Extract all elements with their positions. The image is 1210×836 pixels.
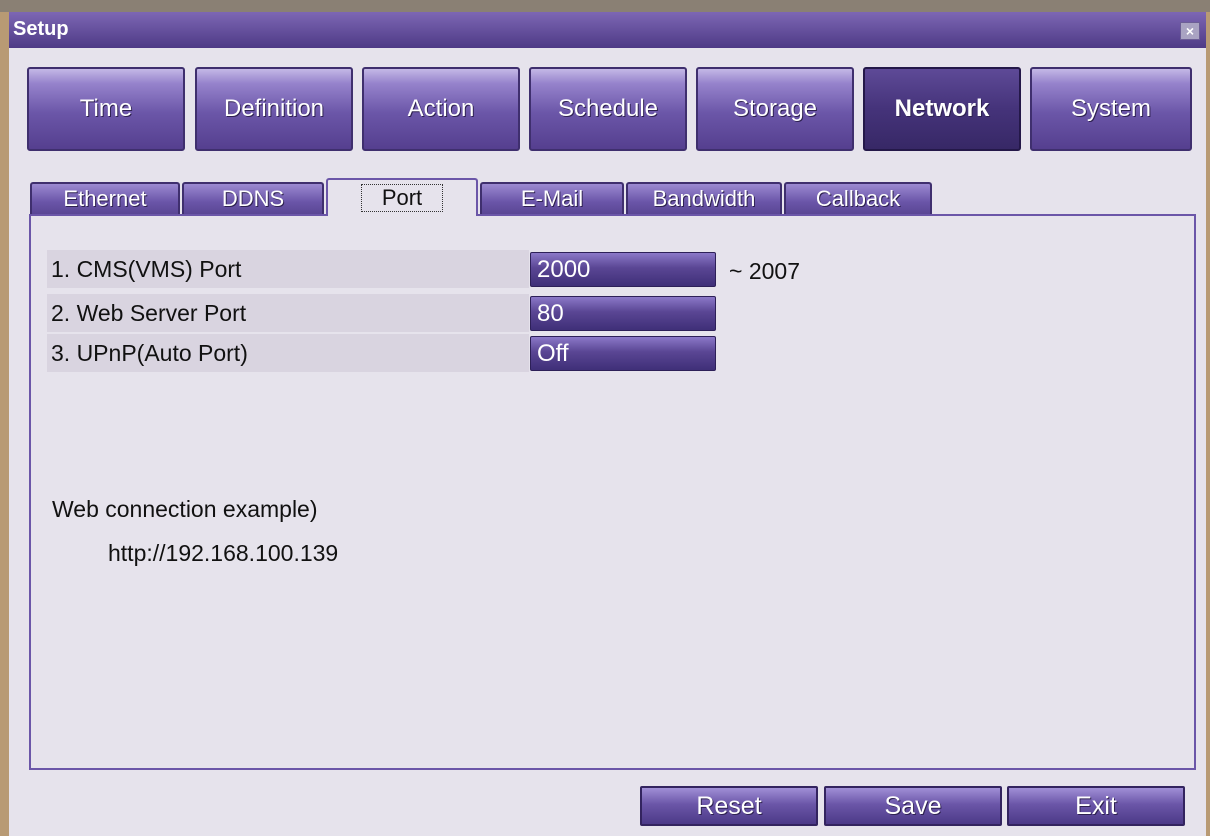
port-settings-panel: 1. CMS(VMS) Port 2000 ~ 2007 2. Web Serv…: [29, 214, 1196, 770]
subtab-ethernet[interactable]: Ethernet: [30, 182, 180, 214]
web-port-label: 2. Web Server Port: [51, 300, 247, 326]
subtab-bandwidth[interactable]: Bandwidth: [626, 182, 782, 214]
upnp-field[interactable]: Off: [530, 336, 716, 371]
tab-definition[interactable]: Definition: [195, 67, 353, 151]
setup-window: Setup × Time Definition Action Schedule …: [9, 12, 1206, 836]
background-edge-left: [0, 12, 9, 836]
subtab-port-label: Port: [360, 184, 444, 212]
window-title: Setup: [13, 18, 69, 40]
main-tabs: Time Definition Action Schedule Storage …: [27, 67, 1197, 151]
background-edge-right: [1206, 12, 1210, 836]
tab-time[interactable]: Time: [27, 67, 185, 151]
background-strip: [0, 0, 1210, 12]
title-bar: Setup ×: [9, 12, 1206, 48]
settings-row-cms-port: 1. CMS(VMS) Port: [47, 250, 529, 288]
cms-port-range: ~ 2007: [729, 258, 800, 284]
subtab-ddns[interactable]: DDNS: [182, 182, 324, 214]
web-port-field[interactable]: 80: [530, 296, 716, 331]
tab-network[interactable]: Network: [863, 67, 1021, 151]
subtab-email[interactable]: E-Mail: [480, 182, 624, 214]
cms-port-label: 1. CMS(VMS) Port: [51, 256, 242, 282]
reset-button[interactable]: Reset: [640, 786, 818, 826]
tab-system[interactable]: System: [1030, 67, 1192, 151]
tab-schedule[interactable]: Schedule: [529, 67, 687, 151]
sub-tabs: Ethernet DDNS Port E-Mail Bandwidth Call…: [30, 178, 950, 216]
close-button[interactable]: ×: [1180, 22, 1200, 40]
cms-port-field[interactable]: 2000: [530, 252, 716, 287]
web-example-title: Web connection example): [52, 496, 318, 522]
tab-storage[interactable]: Storage: [696, 67, 854, 151]
subtab-callback[interactable]: Callback: [784, 182, 932, 214]
save-button[interactable]: Save: [824, 786, 1002, 826]
settings-row-upnp: 3. UPnP(Auto Port): [47, 334, 529, 372]
exit-button[interactable]: Exit: [1007, 786, 1185, 826]
settings-row-web-port: 2. Web Server Port: [47, 294, 529, 332]
web-example-url: http://192.168.100.139: [108, 540, 339, 566]
subtab-port[interactable]: Port: [326, 178, 478, 216]
tab-action[interactable]: Action: [362, 67, 520, 151]
close-icon: ×: [1185, 23, 1195, 39]
upnp-label: 3. UPnP(Auto Port): [51, 340, 248, 366]
